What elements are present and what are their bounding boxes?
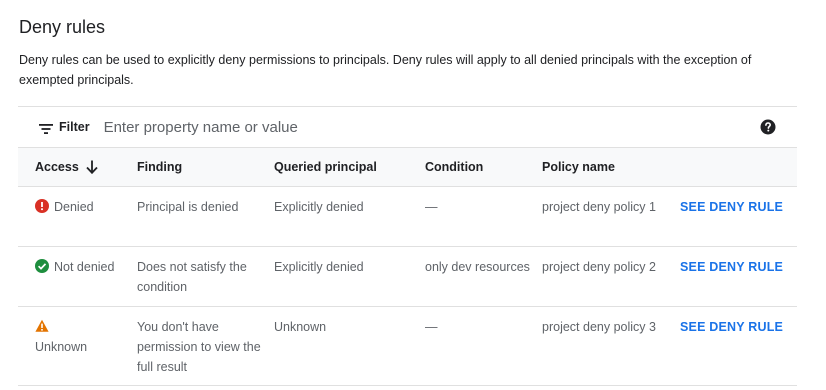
table-row: Not denied Does not satisfy the conditio… xyxy=(18,247,797,307)
deny-rules-table: Filter Access Finding Queried principal … xyxy=(18,106,797,386)
filter-list-icon[interactable] xyxy=(39,123,53,135)
deny-rules-panel: Deny rules Deny rules can be used to exp… xyxy=(0,0,826,390)
policy-name-cell: project deny policy 3 xyxy=(542,320,656,334)
action-cell: SEE DENY RULE xyxy=(680,247,797,306)
access-status-label: Denied xyxy=(54,200,94,214)
filter-bar: Filter xyxy=(18,107,797,148)
filter-label: Filter xyxy=(59,120,90,134)
column-header-access[interactable]: Access xyxy=(18,160,137,174)
check-circle-icon xyxy=(35,259,49,273)
column-header-access-label: Access xyxy=(35,160,79,174)
access-cell: Denied xyxy=(18,187,137,246)
column-header-condition[interactable]: Condition xyxy=(425,160,542,174)
table-row: Unknown You don't have permission to vie… xyxy=(18,307,797,386)
arrow-down-icon[interactable] xyxy=(86,160,98,174)
column-header-queried-principal[interactable]: Queried principal xyxy=(274,160,425,174)
page-description: Deny rules can be used to explicitly den… xyxy=(19,53,752,87)
warning-icon xyxy=(35,319,49,332)
queried-principal-cell: Explicitly denied xyxy=(274,260,364,274)
condition-cell: only dev resources xyxy=(425,260,530,274)
queried-principal-cell: Explicitly denied xyxy=(274,200,364,214)
see-deny-rule-button[interactable]: SEE DENY RULE xyxy=(680,320,783,334)
finding-cell: Principal is denied xyxy=(137,200,239,214)
policy-name-cell: project deny policy 1 xyxy=(542,200,656,214)
help-circle-icon[interactable] xyxy=(760,119,776,135)
access-cell: Not denied xyxy=(18,247,137,306)
access-cell: Unknown xyxy=(18,307,137,385)
finding-cell: Does not satisfy the condition xyxy=(137,260,247,294)
see-deny-rule-button[interactable]: SEE DENY RULE xyxy=(680,200,783,214)
policy-name-cell: project deny policy 2 xyxy=(542,260,656,274)
table-row: Denied Principal is denied Explicitly de… xyxy=(18,187,797,247)
access-status-label: Not denied xyxy=(54,260,115,274)
page-title: Deny rules xyxy=(19,17,106,37)
action-cell: SEE DENY RULE xyxy=(680,187,797,246)
action-cell: SEE DENY RULE xyxy=(680,307,797,385)
access-status-label: Unknown xyxy=(35,340,88,354)
filter-input[interactable] xyxy=(103,118,624,136)
error-icon xyxy=(35,199,49,213)
condition-cell: — xyxy=(425,320,438,334)
see-deny-rule-button[interactable]: SEE DENY RULE xyxy=(680,260,783,274)
column-header-policy-name[interactable]: Policy name xyxy=(542,160,680,174)
column-header-finding[interactable]: Finding xyxy=(137,160,274,174)
table-header: Access Finding Queried principal Conditi… xyxy=(18,148,797,187)
queried-principal-cell: Unknown xyxy=(274,320,327,334)
finding-cell: You don't have permission to view the fu… xyxy=(137,320,261,374)
condition-cell: — xyxy=(425,200,438,214)
